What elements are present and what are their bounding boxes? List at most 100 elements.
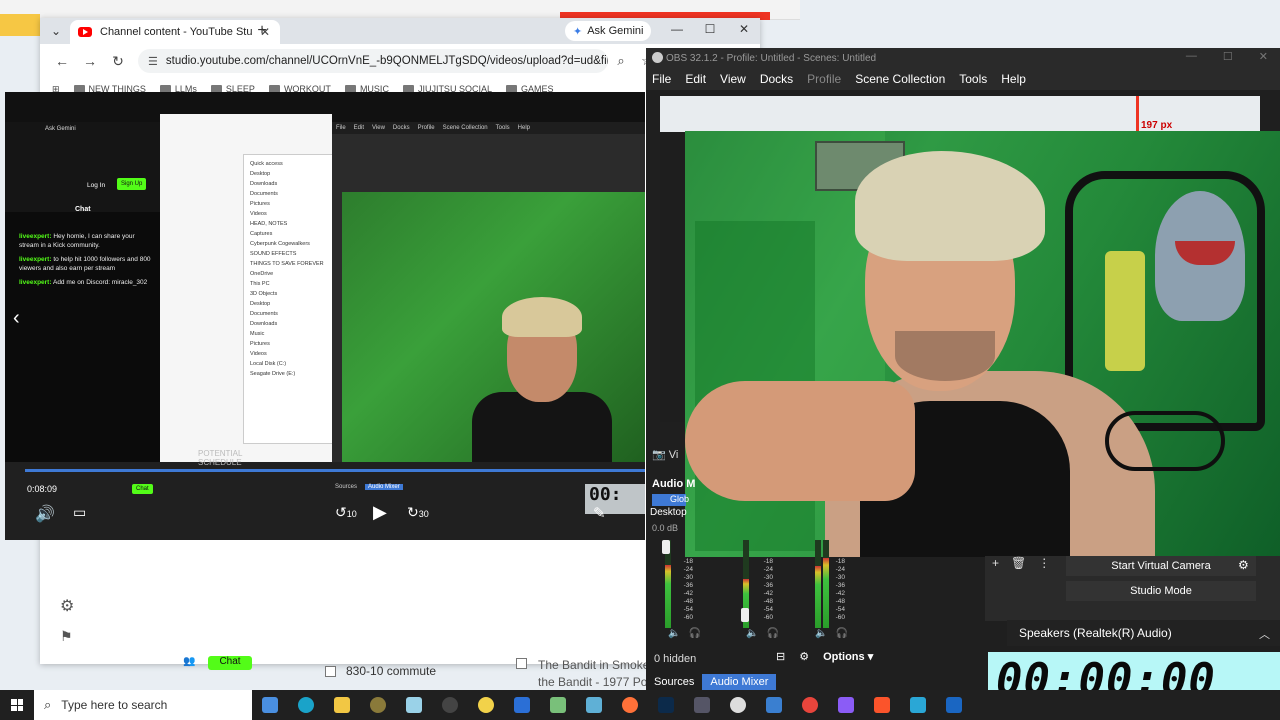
menu-docks[interactable]: Docks bbox=[760, 72, 793, 86]
app-icon[interactable] bbox=[360, 690, 396, 720]
obs-icon[interactable] bbox=[432, 690, 468, 720]
headphones-icon[interactable]: 🎧 bbox=[766, 628, 778, 639]
minimize-button[interactable]: — bbox=[665, 22, 689, 36]
login-button[interactable]: Log In bbox=[87, 182, 105, 189]
search-placeholder: Type here to search bbox=[61, 698, 168, 712]
captured-obs-menu: File Edit View Docks Profile Scene Collection… bbox=[332, 122, 645, 134]
speakers-flyout[interactable]: Speakers (Realtek(R) Audio) ︿ bbox=[1007, 620, 1280, 646]
chrome-icon[interactable] bbox=[792, 690, 828, 720]
menu-view[interactable]: View bbox=[720, 72, 746, 86]
menu-scene-collection[interactable]: Scene Collection bbox=[855, 72, 945, 86]
tab-channel-content[interactable]: Channel content - YouTube Stu ✕ bbox=[70, 20, 280, 44]
play-icon[interactable]: ▶ bbox=[373, 502, 387, 523]
zoom-icon[interactable]: ⌕ bbox=[608, 53, 634, 69]
volume-meter bbox=[815, 540, 821, 628]
meter-fill bbox=[823, 557, 829, 628]
window-close-button[interactable]: ✕ bbox=[1259, 50, 1268, 63]
studio-content bbox=[40, 540, 645, 664]
speaker-icon[interactable]: 🔈 bbox=[815, 628, 827, 639]
app-icon[interactable] bbox=[576, 690, 612, 720]
firefox-icon[interactable] bbox=[612, 690, 648, 720]
pencil-icon[interactable]: ✎ bbox=[593, 504, 606, 522]
video-capture-label: 📷 Vi bbox=[652, 449, 679, 461]
app-icon[interactable] bbox=[828, 690, 864, 720]
edge-icon[interactable] bbox=[288, 690, 324, 720]
site-info-icon[interactable]: ☰ bbox=[148, 55, 158, 68]
more-icon[interactable]: ⋮ bbox=[1038, 556, 1050, 570]
chevron-down-icon[interactable]: ⌄ bbox=[46, 22, 66, 40]
app-icon[interactable] bbox=[720, 690, 756, 720]
studio-mode-button[interactable]: Studio Mode bbox=[1066, 581, 1256, 601]
menu-file[interactable]: File bbox=[652, 72, 671, 86]
headphones-icon[interactable]: 🎧 bbox=[835, 628, 847, 639]
headphones-icon[interactable]: 🎧 bbox=[688, 628, 700, 639]
obs-title-bar: OBS 32.1.2 - Profile: Untitled - Scenes:… bbox=[646, 48, 1280, 68]
volume-fader[interactable] bbox=[741, 608, 749, 622]
virtual-camera-gear-icon[interactable]: ⚙ bbox=[1238, 558, 1249, 572]
address-bar[interactable]: ☰ studio.youtube.com/channel/UCOrnVnE_-b… bbox=[138, 49, 608, 73]
speaker-icon[interactable]: 🔈 bbox=[668, 628, 680, 639]
app-icon[interactable] bbox=[900, 690, 936, 720]
search-icon: ⌕ bbox=[44, 697, 52, 712]
add-icon[interactable]: + bbox=[992, 556, 999, 570]
global-audio-label[interactable]: Glob bbox=[652, 494, 689, 506]
menu-tools[interactable]: Tools bbox=[959, 72, 987, 86]
feedback-icon[interactable]: ⚑ bbox=[60, 628, 73, 645]
windows-icon bbox=[11, 699, 23, 711]
layout-icon[interactable]: ⊟ bbox=[776, 650, 785, 663]
app-icon[interactable] bbox=[540, 690, 576, 720]
app-icon[interactable] bbox=[756, 690, 792, 720]
gear-icon[interactable]: ⚙ bbox=[799, 650, 809, 663]
brave-icon[interactable] bbox=[864, 690, 900, 720]
checklist-text: the Bandit - 1977 Pon bbox=[538, 675, 655, 689]
menu-profile[interactable]: Profile bbox=[807, 72, 841, 86]
trash-icon[interactable]: 🗑 bbox=[1011, 556, 1026, 570]
ask-gemini-label: Ask Gemini bbox=[587, 25, 644, 37]
chat-button[interactable]: Chat bbox=[208, 656, 252, 670]
speaker-icon[interactable]: 🔈 bbox=[746, 628, 758, 639]
elapsed-time: 0:08:09 bbox=[27, 484, 58, 494]
task-view-icon[interactable] bbox=[252, 690, 288, 720]
maximize-button[interactable]: ☐ bbox=[1223, 50, 1233, 63]
menu-help[interactable]: Help bbox=[1001, 72, 1026, 86]
new-tab-button[interactable]: + bbox=[252, 22, 272, 40]
app-icon[interactable] bbox=[936, 690, 972, 720]
video-progress-bar[interactable] bbox=[25, 469, 645, 472]
options-dropdown[interactable]: Options ▾ bbox=[823, 650, 873, 663]
app-icon[interactable] bbox=[396, 690, 432, 720]
photoshop-icon[interactable] bbox=[648, 690, 684, 720]
chevron-up-icon[interactable]: ︿ bbox=[1259, 626, 1270, 642]
webcam-preview[interactable] bbox=[685, 131, 1280, 557]
settings-gear-icon[interactable]: ⚙ bbox=[60, 596, 74, 616]
maximize-button[interactable]: ☐ bbox=[698, 22, 722, 36]
document-icon[interactable] bbox=[504, 690, 540, 720]
minimize-button[interactable]: — bbox=[1186, 50, 1197, 63]
forward-icon[interactable]: → bbox=[76, 53, 104, 69]
captured-chat-button: Chat bbox=[132, 484, 153, 494]
window-close-button[interactable]: ✕ bbox=[732, 22, 756, 36]
checkbox[interactable] bbox=[516, 658, 527, 669]
url-text: studio.youtube.com/channel/UCOrnVnE_-b9Q… bbox=[165, 55, 608, 67]
checklist-checkbox[interactable] bbox=[516, 658, 527, 669]
checklist-item[interactable]: 830-10 commute bbox=[325, 664, 436, 678]
app-icon[interactable] bbox=[684, 690, 720, 720]
forward-30-icon[interactable]: ↻30 bbox=[407, 504, 429, 521]
checkbox[interactable] bbox=[325, 665, 336, 677]
start-button[interactable] bbox=[0, 690, 34, 720]
rewind-10-icon[interactable]: ↺10 bbox=[335, 504, 357, 521]
signup-button[interactable]: Sign Up bbox=[117, 178, 147, 190]
back-icon[interactable]: ← bbox=[48, 53, 76, 69]
start-virtual-camera-button[interactable]: Start Virtual Camera bbox=[1066, 556, 1256, 576]
video-player[interactable]: Quick access Desktop Downloads Documents… bbox=[5, 92, 645, 540]
taskbar: ⌕ Type here to search bbox=[0, 690, 1280, 720]
captions-icon[interactable]: ▭ bbox=[73, 504, 86, 521]
ask-gemini-button[interactable]: ✦ Ask Gemini bbox=[565, 21, 652, 41]
previous-arrow-icon[interactable]: ‹ bbox=[13, 307, 20, 330]
file-explorer-icon[interactable] bbox=[324, 690, 360, 720]
reload-icon[interactable]: ↻ bbox=[104, 53, 132, 70]
taskbar-search[interactable]: ⌕ Type here to search bbox=[34, 690, 252, 720]
volume-fader[interactable] bbox=[662, 540, 670, 554]
menu-edit[interactable]: Edit bbox=[685, 72, 706, 86]
lightbulb-icon[interactable] bbox=[468, 690, 504, 720]
volume-icon[interactable]: 🔊 bbox=[35, 504, 55, 524]
